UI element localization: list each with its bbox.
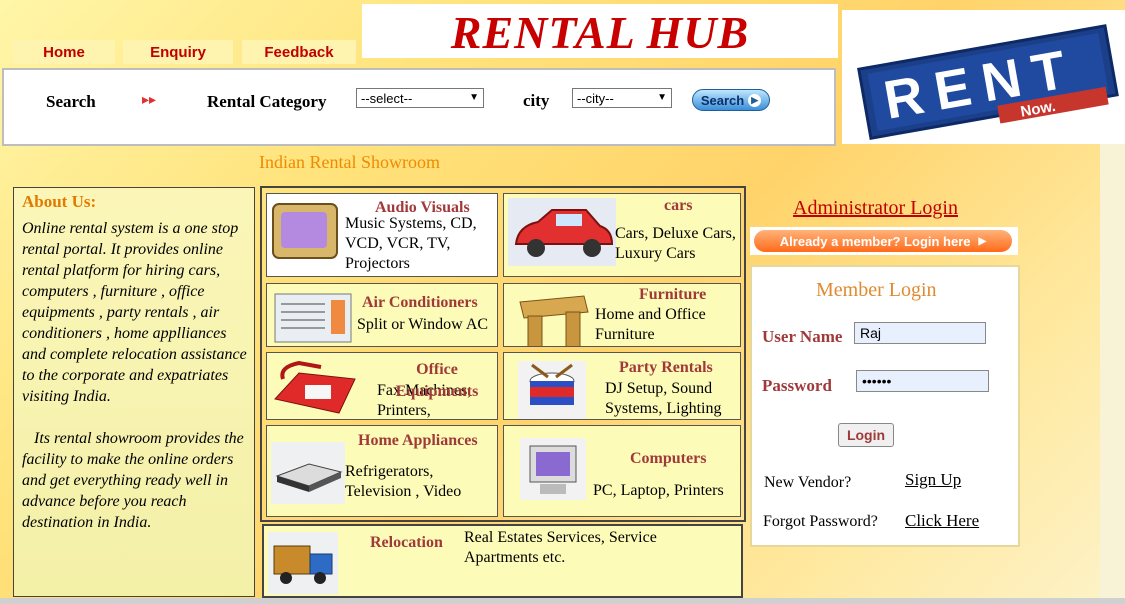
category-audio-visuals[interactable]: Audio Visuals Music Systems, CD, VCD, VC… bbox=[266, 193, 498, 277]
rental-category-select[interactable]: --select-- ▼ bbox=[356, 88, 484, 108]
category-title: Furniture bbox=[639, 286, 707, 303]
category-desc: Cars, Deluxe Cars, Luxury Cars bbox=[615, 225, 736, 262]
rent-now-logo: RENT Now. bbox=[842, 10, 1125, 144]
search-label: Search bbox=[46, 92, 96, 111]
nav-enquiry-label: Enquiry bbox=[150, 43, 206, 61]
username-input[interactable]: Raj bbox=[854, 322, 986, 344]
category-title: Computers bbox=[630, 450, 707, 467]
sign-up-link[interactable]: Sign Up bbox=[905, 470, 961, 490]
category-cars[interactable]: cars Cars, Deluxe Cars, Luxury Cars bbox=[503, 193, 741, 277]
password-input[interactable]: •••••• bbox=[856, 370, 989, 392]
rental-category-label: Rental Category bbox=[207, 92, 327, 111]
telephone-icon bbox=[274, 360, 356, 414]
category-title: cars bbox=[664, 197, 693, 214]
administrator-login-link[interactable]: Administrator Login bbox=[793, 197, 958, 220]
video-player-icon bbox=[271, 442, 345, 504]
horizontal-scrollbar[interactable] bbox=[0, 598, 1125, 604]
car-icon bbox=[508, 198, 616, 266]
login-button[interactable]: Login bbox=[838, 423, 894, 447]
already-member-login-button[interactable]: Already a member? Login here ▶ bbox=[754, 230, 1012, 252]
double-arrow-icon: ▸▸ bbox=[142, 92, 157, 108]
city-select[interactable]: --city-- ▼ bbox=[572, 88, 672, 108]
password-label: Password bbox=[762, 376, 832, 395]
category-furniture[interactable]: Furniture Home and Office Furniture bbox=[503, 283, 741, 347]
password-value: •••••• bbox=[862, 373, 892, 389]
search-button-label: Search bbox=[700, 92, 745, 108]
forgot-password-label: Forgot Password? bbox=[763, 513, 878, 530]
arrow-right-circle-icon: ▶ bbox=[748, 93, 762, 107]
already-member-banner: Already a member? Login here ▶ bbox=[750, 227, 1018, 255]
click-here-link[interactable]: Click Here bbox=[905, 511, 979, 531]
chevron-down-icon: ▼ bbox=[469, 92, 479, 103]
nav-feedback[interactable]: Feedback bbox=[242, 40, 356, 64]
member-login-panel: Member Login User Name Raj Password ••••… bbox=[750, 265, 1020, 547]
category-computers[interactable]: Computers PC, Laptop, Printers bbox=[503, 425, 741, 517]
category-title: Party Rentals bbox=[619, 359, 713, 376]
search-button[interactable]: Search ▶ bbox=[692, 89, 770, 111]
category-desc: Real Estates Services, Service Apartment… bbox=[464, 529, 657, 566]
already-member-label: Already a member? Login here bbox=[779, 233, 971, 249]
category-office-equipments[interactable]: Fax Machines, Printers, Office Equipment… bbox=[266, 352, 498, 420]
about-para-2: Its rental showroom provides the facilit… bbox=[22, 430, 244, 531]
nav-enquiry[interactable]: Enquiry bbox=[123, 40, 233, 64]
drum-icon bbox=[518, 361, 586, 419]
category-desc: Split or Window AC bbox=[357, 316, 489, 333]
category-relocation[interactable]: Relocation Real Estates Services, Servic… bbox=[262, 524, 743, 598]
city-value: --city-- bbox=[577, 90, 614, 106]
about-title: About Us: bbox=[22, 192, 97, 211]
air-conditioner-icon bbox=[274, 293, 352, 343]
furniture-icon bbox=[519, 295, 589, 346]
showroom-heading: Indian Rental Showroom bbox=[259, 152, 440, 172]
category-home-appliances[interactable]: Home Appliances Refrigerators, Televisio… bbox=[266, 425, 498, 517]
category-desc: PC, Laptop, Printers bbox=[593, 482, 724, 499]
tv-icon bbox=[272, 203, 338, 259]
new-vendor-label: New Vendor? bbox=[764, 474, 852, 491]
category-desc: Music Systems, CD, VCD, VCR, TV, Project… bbox=[345, 215, 477, 272]
category-desc: DJ Setup, Sound Systems, Lighting bbox=[605, 380, 722, 417]
chevron-down-icon: ▼ bbox=[657, 92, 667, 103]
arrow-right-icon: ▶ bbox=[978, 235, 987, 247]
username-label: User Name bbox=[762, 327, 843, 346]
username-value: Raj bbox=[860, 325, 882, 341]
rent-now-logo-graphic: RENT Now. bbox=[857, 24, 1119, 140]
city-label: city bbox=[523, 91, 550, 110]
nav-home[interactable]: Home bbox=[13, 40, 115, 64]
nav-home-label: Home bbox=[43, 43, 85, 61]
category-desc: Home and Office Furniture bbox=[595, 306, 706, 343]
category-title: Office Equipments bbox=[395, 361, 479, 400]
category-title: Home Appliances bbox=[358, 432, 478, 449]
category-party-rentals[interactable]: Party Rentals DJ Setup, Sound Systems, L… bbox=[503, 352, 741, 420]
category-title: Air Conditioners bbox=[362, 294, 478, 311]
category-title: Relocation bbox=[370, 534, 443, 551]
nav-feedback-label: Feedback bbox=[264, 43, 334, 61]
rental-category-value: --select-- bbox=[361, 90, 413, 106]
computer-icon bbox=[520, 438, 586, 500]
site-title: RENTAL HUB bbox=[450, 7, 750, 58]
login-button-label: Login bbox=[846, 427, 886, 443]
category-desc: Refrigerators, Television , Video bbox=[345, 463, 462, 500]
category-air-conditioners[interactable]: Air Conditioners Split or Window AC bbox=[266, 283, 498, 347]
member-login-title: Member Login bbox=[816, 279, 937, 301]
site-title-banner: RENTAL HUB bbox=[362, 4, 838, 58]
about-para-1: Online rental system is a one stop renta… bbox=[22, 220, 247, 405]
truck-icon bbox=[268, 532, 338, 594]
about-text: Online rental system is a one stop renta… bbox=[22, 218, 250, 533]
page-right-strip bbox=[1100, 144, 1125, 604]
about-panel: About Us: Online rental system is a one … bbox=[13, 187, 255, 597]
